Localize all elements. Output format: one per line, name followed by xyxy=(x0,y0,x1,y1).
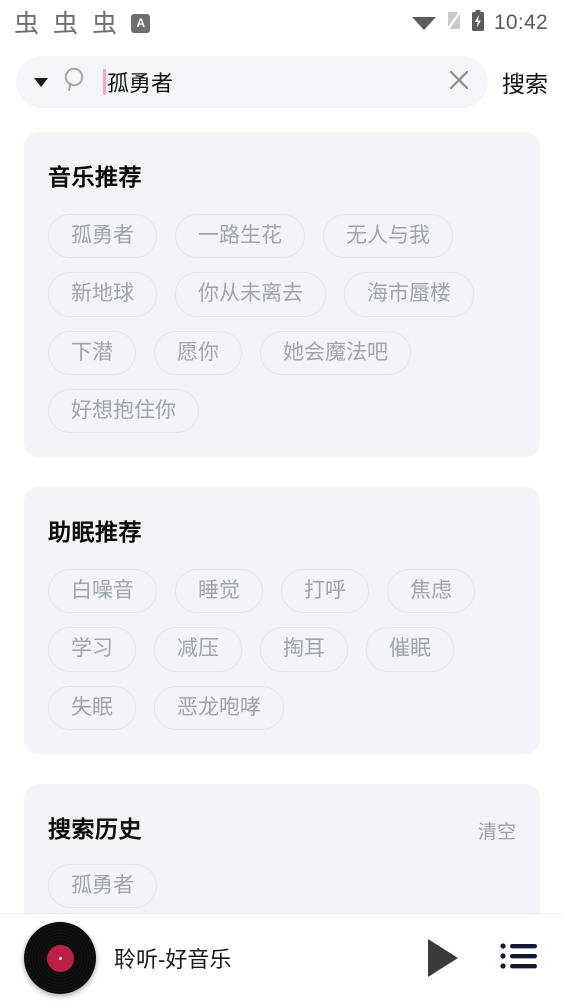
wifi-icon xyxy=(411,11,437,36)
app-screen: 虫 虫 虫 A 10:42 孤勇者 搜索 音乐推荐 孤勇者 一路生花 无人与我 … xyxy=(0,0,564,1002)
battery-charging-icon xyxy=(471,9,485,37)
section-music-recommend: 音乐推荐 孤勇者 一路生花 无人与我 新地球 你从未离去 海市蜃楼 下潜 愿你 … xyxy=(24,132,540,457)
status-bar: 虫 虫 虫 A 10:42 xyxy=(0,0,564,46)
section-title: 音乐推荐 xyxy=(48,164,142,190)
chip[interactable]: 她会魔法吧 xyxy=(260,330,411,375)
notification-glyph-icon: 虫 xyxy=(92,8,118,38)
record-spindle xyxy=(58,956,62,960)
chip[interactable]: 孤勇者 xyxy=(48,863,157,908)
chip[interactable]: 新地球 xyxy=(48,272,157,317)
chip[interactable]: 一路生花 xyxy=(175,214,305,259)
chip[interactable]: 无人与我 xyxy=(323,214,453,259)
status-bar-notifications: 虫 虫 虫 A xyxy=(14,8,151,38)
section-sleep-recommend: 助眠推荐 白噪音 睡觉 打呼 焦虑 学习 减压 掏耳 催眠 失眠 恶龙咆哮 xyxy=(24,487,540,754)
chip[interactable]: 下潜 xyxy=(48,330,136,375)
chip[interactable]: 失眠 xyxy=(48,685,136,730)
chip-group: 孤勇者 xyxy=(48,863,516,908)
chip[interactable]: 孤勇者 xyxy=(48,214,157,259)
chevron-down-icon[interactable] xyxy=(34,77,48,87)
search-icon xyxy=(62,66,89,98)
content-scroll[interactable]: 音乐推荐 孤勇者 一路生花 无人与我 新地球 你从未离去 海市蜃楼 下潜 愿你 … xyxy=(0,132,564,968)
chip[interactable]: 学习 xyxy=(48,627,136,672)
section-header: 助眠推荐 xyxy=(48,513,516,547)
chip[interactable]: 打呼 xyxy=(281,569,369,614)
no-sim-icon xyxy=(446,10,462,36)
play-icon[interactable] xyxy=(428,939,458,977)
chip[interactable]: 催眠 xyxy=(366,627,454,672)
search-bar: 孤勇者 搜索 xyxy=(0,46,564,118)
search-input-container[interactable]: 孤勇者 xyxy=(16,56,488,108)
notification-glyph-icon: 虫 xyxy=(53,8,79,38)
playlist-icon[interactable] xyxy=(500,941,538,976)
vinyl-record-icon[interactable] xyxy=(24,922,96,994)
search-submit-button[interactable]: 搜索 xyxy=(500,65,548,99)
clear-history-button[interactable]: 清空 xyxy=(478,817,516,844)
search-input[interactable]: 孤勇者 xyxy=(107,66,173,98)
chip[interactable]: 海市蜃楼 xyxy=(344,272,474,317)
section-title: 搜索历史 xyxy=(48,815,142,842)
chip[interactable]: 白噪音 xyxy=(48,569,157,614)
player-track-title: 聆听-好音乐 xyxy=(114,947,232,972)
status-bar-system: 10:42 xyxy=(411,9,548,37)
chip[interactable]: 掏耳 xyxy=(260,627,348,672)
app-badge-icon: A xyxy=(131,13,151,33)
chip[interactable]: 好想抱住你 xyxy=(48,388,199,433)
chip[interactable]: 减压 xyxy=(154,627,242,672)
search-query-wrap[interactable]: 孤勇者 xyxy=(103,66,432,98)
mini-player-bar: 聆听-好音乐 xyxy=(0,914,564,1002)
chip[interactable]: 愿你 xyxy=(154,330,242,375)
notification-glyph-icon: 虫 xyxy=(14,8,40,38)
chip-group: 白噪音 睡觉 打呼 焦虑 学习 减压 掏耳 催眠 失眠 恶龙咆哮 xyxy=(48,569,516,730)
section-header: 音乐推荐 xyxy=(48,158,516,192)
chip[interactable]: 焦虑 xyxy=(387,569,475,614)
chip-group: 孤勇者 一路生花 无人与我 新地球 你从未离去 海市蜃楼 下潜 愿你 她会魔法吧… xyxy=(48,214,516,433)
text-cursor xyxy=(103,69,106,95)
clock: 10:42 xyxy=(493,11,548,34)
section-header: 搜索历史 清空 xyxy=(48,810,516,844)
chip[interactable]: 你从未离去 xyxy=(175,272,326,317)
chip[interactable]: 恶龙咆哮 xyxy=(154,685,284,730)
chip[interactable]: 睡觉 xyxy=(175,569,263,614)
player-controls xyxy=(428,939,538,977)
section-title: 助眠推荐 xyxy=(48,519,142,545)
close-icon[interactable] xyxy=(446,67,472,98)
